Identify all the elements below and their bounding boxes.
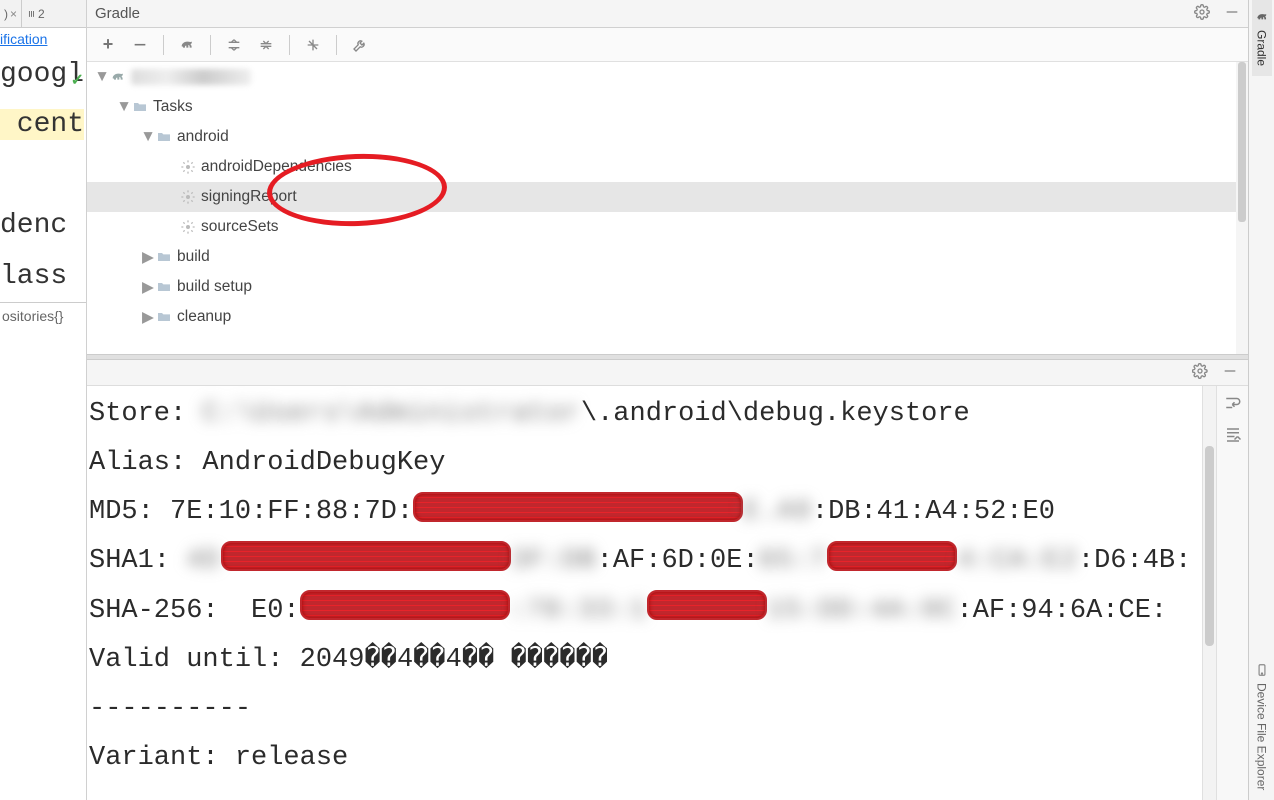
soft-wrap-icon[interactable] [1222, 392, 1244, 414]
tree-build[interactable]: ▶ build [87, 242, 1248, 272]
gear-icon [179, 158, 197, 176]
add-button[interactable]: + [97, 34, 119, 56]
gear-icon [179, 188, 197, 206]
gear-icon[interactable] [1194, 4, 1210, 23]
redaction-mark [300, 590, 510, 620]
right-tab-label: Gradle [1255, 30, 1269, 66]
tree-item-label: cleanup [177, 308, 231, 326]
tree-root[interactable]: ▼ [87, 62, 1248, 92]
editor-tabs: ) × ≡ 2 [0, 0, 86, 28]
tree-item-label: android [177, 128, 229, 146]
gradle-header: Gradle [87, 0, 1248, 28]
tree-android[interactable]: ▼ android [87, 122, 1248, 152]
expand-all-icon[interactable] [223, 34, 245, 56]
tree-android-deps[interactable]: ▶ androidDependencies [87, 152, 1248, 182]
tree-item-label: build [177, 248, 210, 266]
console-body: Store: C:\Users\Administrator\.android\d… [87, 386, 1248, 800]
tree-scrollbar[interactable] [1236, 62, 1248, 354]
right-tab-label: Device File Explorer [1255, 683, 1269, 790]
gradle-tree: ▼ ▼ Tasks ▼ android ▶ androidDependencie… [87, 62, 1248, 354]
folder-icon [155, 248, 173, 266]
wrench-icon[interactable] [349, 34, 371, 56]
tree-item-label: androidDependencies [201, 158, 352, 176]
tree-item-label: Tasks [153, 98, 193, 116]
editor-tab-2[interactable]: ≡ 2 [22, 7, 51, 21]
folder-icon [131, 98, 149, 116]
collapse-all-icon[interactable] [255, 34, 277, 56]
chevron-down-icon[interactable]: ▼ [95, 68, 109, 86]
console-output[interactable]: Store: C:\Users\Administrator\.android\d… [87, 386, 1202, 800]
console-side-toolbar [1216, 386, 1248, 800]
folder-icon [155, 278, 173, 296]
right-tab-device-file-explorer[interactable]: Device File Explorer [1252, 653, 1272, 800]
remove-button[interactable]: − [129, 34, 151, 56]
verification-link[interactable]: ification [0, 28, 86, 50]
chevron-down-icon[interactable]: ▼ [141, 128, 155, 146]
right-tab-gradle[interactable]: Gradle [1252, 0, 1272, 76]
tree-item-label: signingReport [201, 188, 297, 206]
minimize-icon[interactable] [1222, 363, 1238, 382]
right-tool-window-bar: Gradle Device File Explorer [1248, 0, 1274, 800]
chevron-right-icon[interactable]: ▶ [141, 248, 155, 267]
gradle-title: Gradle [95, 5, 140, 22]
scroll-to-end-icon[interactable] [1222, 424, 1244, 446]
console-header [87, 360, 1248, 386]
tree-source-sets[interactable]: ▶ sourceSets [87, 212, 1248, 242]
editor-tab-1-label: ) [4, 7, 8, 21]
minimize-icon[interactable] [1224, 4, 1240, 23]
check-icon: ✓ [71, 70, 84, 90]
editor-cropped-panel: ) × ≡ 2 ification ✓ googl cent denc lass… [0, 0, 87, 800]
elephant-icon[interactable] [176, 34, 198, 56]
structure-breadcrumb[interactable]: ositories{} [0, 302, 86, 330]
tree-item-label: build setup [177, 278, 252, 296]
gear-icon[interactable] [1192, 363, 1208, 382]
project-name-blurred [131, 69, 251, 85]
elephant-icon [109, 68, 127, 86]
close-icon[interactable]: × [10, 7, 17, 21]
gear-icon [179, 218, 197, 236]
redaction-mark [827, 541, 957, 571]
gradle-tool-window: Gradle + − [87, 0, 1248, 800]
tree-signing-report[interactable]: ▶ signingReport [87, 182, 1248, 212]
redaction-mark [221, 541, 511, 571]
folder-icon [155, 128, 173, 146]
redaction-mark [413, 492, 743, 522]
redaction-mark [647, 590, 767, 620]
tab-overflow-icon: ≡ [25, 10, 39, 17]
editor-tab-1[interactable]: ) × [0, 0, 22, 27]
chevron-right-icon[interactable]: ▶ [141, 278, 155, 297]
tree-build-setup[interactable]: ▶ build setup [87, 272, 1248, 302]
folder-icon [155, 308, 173, 326]
chevron-right-icon[interactable]: ▶ [141, 308, 155, 327]
gradle-toolbar: + − [87, 28, 1248, 62]
offline-mode-icon[interactable] [302, 34, 324, 56]
editor-tab-2-label: 2 [38, 7, 45, 21]
tree-tasks[interactable]: ▼ Tasks [87, 92, 1248, 122]
tree-cleanup[interactable]: ▶ cleanup [87, 302, 1248, 332]
tree-item-label: sourceSets [201, 218, 279, 236]
chevron-down-icon[interactable]: ▼ [117, 98, 131, 116]
console-scrollbar[interactable] [1202, 386, 1216, 800]
